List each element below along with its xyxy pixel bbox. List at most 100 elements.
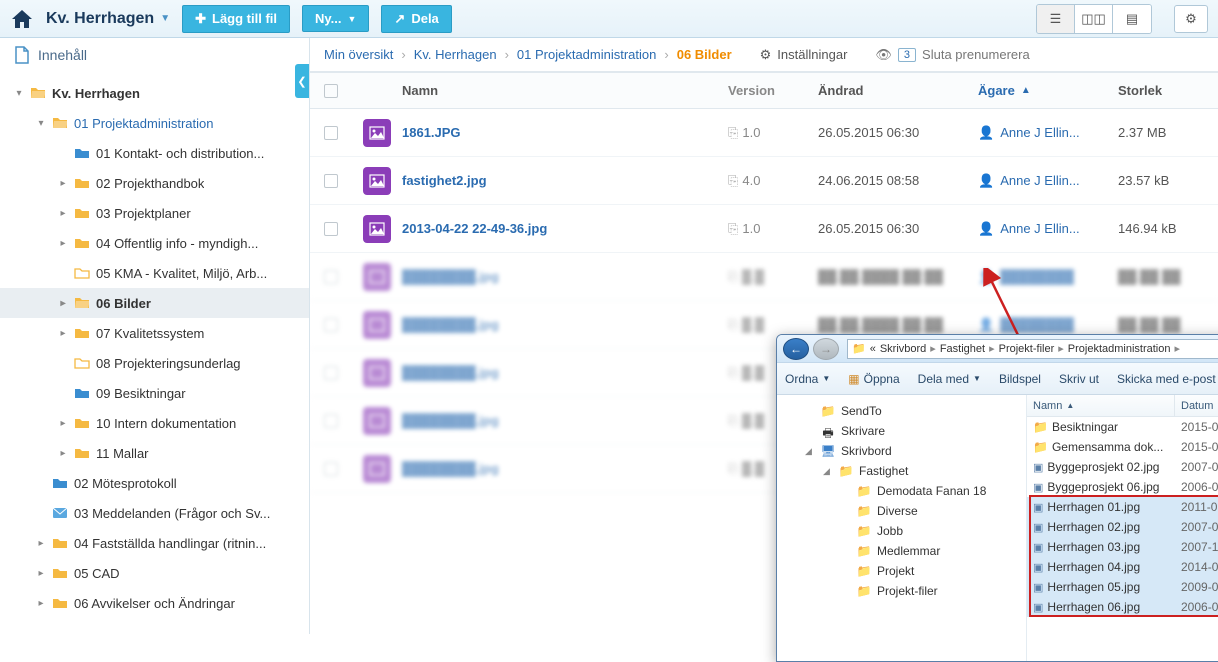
print-button[interactable]: Skriv ut <box>1059 372 1099 386</box>
explorer-tree-item[interactable]: 📁SendTo <box>777 401 1026 421</box>
ex-col-date[interactable]: Datum <box>1175 395 1218 416</box>
col-owner-header[interactable]: Ägare ▲ <box>978 83 1118 98</box>
explorer-tree-item[interactable]: 📁Demodata Fanan 18 <box>777 481 1026 501</box>
explorer-tree-item[interactable]: ◢📁Fastighet <box>777 461 1026 481</box>
file-name-link[interactable]: 2013-04-22 22-49-36.jpg <box>402 221 547 236</box>
folder-tree-item[interactable]: 03 Meddelanden (Frågor och Sv... <box>0 498 309 528</box>
home-icon[interactable] <box>10 8 34 30</box>
breadcrumb-item[interactable]: 01 Projektadministration <box>517 47 656 62</box>
folder-label: 11 Mallar <box>96 446 149 461</box>
expand-icon[interactable]: ▸ <box>36 538 46 549</box>
list-item[interactable]: 📁Besiktningar2015-04-20 11:55Filmapp <box>1027 417 1218 437</box>
collapse-sidebar-button[interactable]: ❮ <box>295 64 309 98</box>
owner-link[interactable]: Anne J Ellin... <box>1000 125 1080 140</box>
expand-icon[interactable]: ▸ <box>58 298 68 309</box>
list-item[interactable]: 📁Gemensamma dok...2015-04-20 11:55Filmap… <box>1027 437 1218 457</box>
col-version-header[interactable]: Version <box>728 83 818 98</box>
folder-tree-item[interactable]: 08 Projekteringsunderlag <box>0 348 309 378</box>
folder-settings-button[interactable]: ⚙ Inställningar <box>760 47 848 63</box>
folder-tree-item[interactable]: ▸ 11 Mallar <box>0 438 309 468</box>
folder-tree-item[interactable]: ▸02 Projekthandbok <box>0 168 309 198</box>
expand-icon[interactable]: ▸ <box>58 238 68 249</box>
select-all-checkbox[interactable] <box>324 84 338 98</box>
expand-icon[interactable]: ▸ <box>58 328 68 339</box>
table-row[interactable]: 1861.JPG⎘ 1.026.05.2015 06:30👤Anne J Ell… <box>310 109 1218 157</box>
folder-tree-item[interactable]: ▸04 Offentlig info - myndigh... <box>0 228 309 258</box>
folder-tree-item[interactable]: ▸06 Bilder <box>0 288 309 318</box>
col-name-header[interactable]: Namn <box>402 83 728 98</box>
folder-tree-item[interactable]: ▸07 Kvalitetssystem <box>0 318 309 348</box>
row-checkbox[interactable] <box>324 126 338 140</box>
breadcrumb-item[interactable]: Min översikt <box>324 47 393 62</box>
list-item[interactable]: ▣Byggeprosjekt 02.jpg2007-04-06 08:45JPG… <box>1027 457 1218 477</box>
list-item[interactable]: ▣Herrhagen 03.jpg2007-10-01 00:00JPG-fil… <box>1027 537 1218 557</box>
slideshow-button[interactable]: Bildspel <box>999 372 1041 386</box>
organize-button[interactable]: Ordna ▼ <box>785 372 830 386</box>
owner-link[interactable]: Anne J Ellin... <box>1000 221 1080 236</box>
list-item[interactable]: ▣Herrhagen 06.jpg2006-06-15 20:50JPG-fil… <box>1027 597 1218 617</box>
view-list-button[interactable]: ☰ <box>1037 5 1075 33</box>
expand-icon[interactable]: ▸ <box>58 448 68 459</box>
explorer-tree-item[interactable]: 📁Projekt-filer <box>777 581 1026 601</box>
subscribe-control[interactable]: 👁 3 Sluta prenumerera <box>875 47 1029 63</box>
list-item[interactable]: ▣Herrhagen 02.jpg2007-04-06 08:45JPG-fil… <box>1027 517 1218 537</box>
add-file-button[interactable]: ✚ Lägg till fil <box>182 5 290 33</box>
folder-tree-item[interactable]: 09 Besiktningar <box>0 378 309 408</box>
explorer-tree-item[interactable]: 🖶Skrivare <box>777 421 1026 441</box>
list-item[interactable]: ▣Herrhagen 05.jpg2009-03-28 15:58JPG-fil… <box>1027 577 1218 597</box>
nav-back-button[interactable]: ← <box>783 338 809 360</box>
settings-button[interactable]: ⚙ <box>1174 5 1208 33</box>
view-grid-large-button[interactable]: ◫◫ <box>1075 5 1113 33</box>
list-item[interactable]: ▣Byggeprosjekt 06.jpg2006-06-15 20:50JPG… <box>1027 477 1218 497</box>
folder-tree-item[interactable]: 05 KMA - Kvalitet, Miljö, Arb... <box>0 258 309 288</box>
folder-tree-item[interactable]: ▸04 Fastställda handlingar (ritnin... <box>0 528 309 558</box>
share-button[interactable]: ↗ Dela <box>381 5 451 33</box>
expand-icon[interactable]: ▾ <box>36 118 46 129</box>
breadcrumb-item[interactable]: Kv. Herrhagen <box>414 47 497 62</box>
explorer-tree-item[interactable]: ◢🖥Skrivbord <box>777 441 1026 461</box>
explorer-tree-item[interactable]: 📁Medlemmar <box>777 541 1026 561</box>
path-seg[interactable]: Fastighet <box>940 343 985 355</box>
new-button[interactable]: Ny... ▼ <box>302 5 369 32</box>
explorer-tree-item[interactable]: 📁Jobb <box>777 521 1026 541</box>
share-with-button[interactable]: Dela med ▼ <box>918 372 981 386</box>
list-item[interactable]: ▣Herrhagen 01.jpg2011-05-07 18:49JPG-fil… <box>1027 497 1218 517</box>
folder-tree-item[interactable]: ▸10 Intern dokumentation <box>0 408 309 438</box>
expand-icon[interactable]: ▸ <box>58 208 68 219</box>
file-name-link[interactable]: 1861.JPG <box>402 125 461 140</box>
address-bar[interactable]: 📁 « Skrivbord▸ Fastighet▸ Projekt-filer▸… <box>847 339 1218 359</box>
image-file-icon <box>363 119 391 147</box>
folder-tree-item[interactable]: ▸06 Avvikelser och Ändringar <box>0 588 309 618</box>
folder-tree-item[interactable]: 02 Mötesprotokoll <box>0 468 309 498</box>
expand-icon[interactable]: ▸ <box>58 418 68 429</box>
view-grid-small-button[interactable]: ▤ <box>1113 5 1151 33</box>
list-item[interactable]: ▣Herrhagen 04.jpg2014-05-11 12:18JPG-fil… <box>1027 557 1218 577</box>
folder-icon <box>74 236 90 250</box>
path-seg[interactable]: Projekt-filer <box>999 343 1055 355</box>
folder-tree-item[interactable]: ▸03 Projektplaner <box>0 198 309 228</box>
nav-forward-button[interactable]: → <box>813 338 839 360</box>
email-button[interactable]: Skicka med e-post <box>1117 372 1216 386</box>
expand-icon[interactable]: ▸ <box>36 568 46 579</box>
owner-link[interactable]: Anne J Ellin... <box>1000 173 1080 188</box>
col-size-header[interactable]: Storlek <box>1118 83 1218 98</box>
folder-tree-item[interactable]: ▸05 CAD <box>0 558 309 588</box>
project-name-dropdown[interactable]: Kv. Herrhagen ▼ <box>46 10 170 28</box>
path-seg[interactable]: Skrivbord <box>880 343 926 355</box>
explorer-tree-item[interactable]: 📁Projekt <box>777 561 1026 581</box>
row-checkbox[interactable] <box>324 222 338 236</box>
path-seg[interactable]: Projektadministration <box>1068 343 1171 355</box>
table-row[interactable]: 2013-04-22 22-49-36.jpg⎘ 1.026.05.2015 0… <box>310 205 1218 253</box>
table-row[interactable]: fastighet2.jpg⎘ 4.024.06.2015 08:58👤Anne… <box>310 157 1218 205</box>
ex-col-name[interactable]: Namn ▲ <box>1027 395 1175 416</box>
open-button[interactable]: ▦ Öppna <box>848 372 899 386</box>
expand-icon[interactable]: ▸ <box>58 178 68 189</box>
explorer-tree-item[interactable]: 📁Diverse <box>777 501 1026 521</box>
folder-tree-root[interactable]: ▾ Kv. Herrhagen <box>0 78 309 108</box>
expand-icon[interactable]: ▸ <box>36 598 46 609</box>
row-checkbox[interactable] <box>324 174 338 188</box>
folder-tree-item[interactable]: ▾01 Projektadministration <box>0 108 309 138</box>
folder-tree-item[interactable]: 01 Kontakt- och distribution... <box>0 138 309 168</box>
col-modified-header[interactable]: Ändrad <box>818 83 978 98</box>
file-name-link[interactable]: fastighet2.jpg <box>402 173 487 188</box>
